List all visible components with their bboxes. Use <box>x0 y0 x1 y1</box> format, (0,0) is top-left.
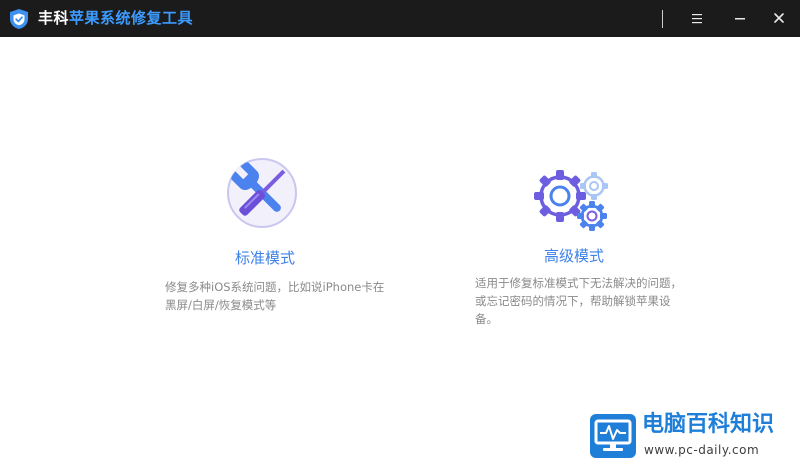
advanced-mode-card[interactable]: 高级模式 适用于修复标准模式下无法解决的问题， 或忘记密码的情况下，帮助解锁苹果… <box>470 160 710 330</box>
advanced-mode-title: 高级模式 <box>544 247 605 265</box>
wrench-screwdriver-icon <box>227 158 297 228</box>
gears-icon <box>534 170 608 231</box>
advanced-mode-desc-line2: 或忘记密码的情况下，帮助解锁苹果设 <box>475 294 671 308</box>
minimize-icon <box>735 18 745 20</box>
app-title-brand: 丰科 <box>38 9 70 27</box>
monitor-logo-icon <box>590 414 636 458</box>
shield-logo-icon <box>10 9 28 29</box>
watermark-url: www.pc-daily.com <box>644 443 760 457</box>
standard-mode-card[interactable]: 标准模式 修复多种iOS系统问题，比如说iPhone卡在 黑屏/白屏/恢复模式等 <box>160 150 390 320</box>
hamburger-menu-icon <box>692 13 702 23</box>
watermark-name: 电脑百科知识 <box>642 412 775 437</box>
titlebar-divider <box>662 10 663 28</box>
standard-mode-desc-line2: 黑屏/白屏/恢复模式等 <box>165 298 277 312</box>
close-icon <box>774 13 784 23</box>
watermark: 电脑百科知识 www.pc-daily.com <box>578 402 800 469</box>
app-title-product: 苹果系统修复工具 <box>69 9 194 27</box>
close-button[interactable] <box>764 4 794 32</box>
title-bar: 丰科苹果系统修复工具 <box>0 0 800 37</box>
menu-button[interactable] <box>682 4 712 32</box>
app-title: 丰科苹果系统修复工具 <box>38 8 193 28</box>
minimize-button[interactable] <box>725 4 755 32</box>
standard-mode-title: 标准模式 <box>235 249 296 267</box>
advanced-mode-desc-line3: 备。 <box>475 312 498 326</box>
advanced-mode-desc-line1: 适用于修复标准模式下无法解决的问题， <box>475 276 682 290</box>
standard-mode-desc-line1: 修复多种iOS系统问题，比如说iPhone卡在 <box>165 280 385 294</box>
